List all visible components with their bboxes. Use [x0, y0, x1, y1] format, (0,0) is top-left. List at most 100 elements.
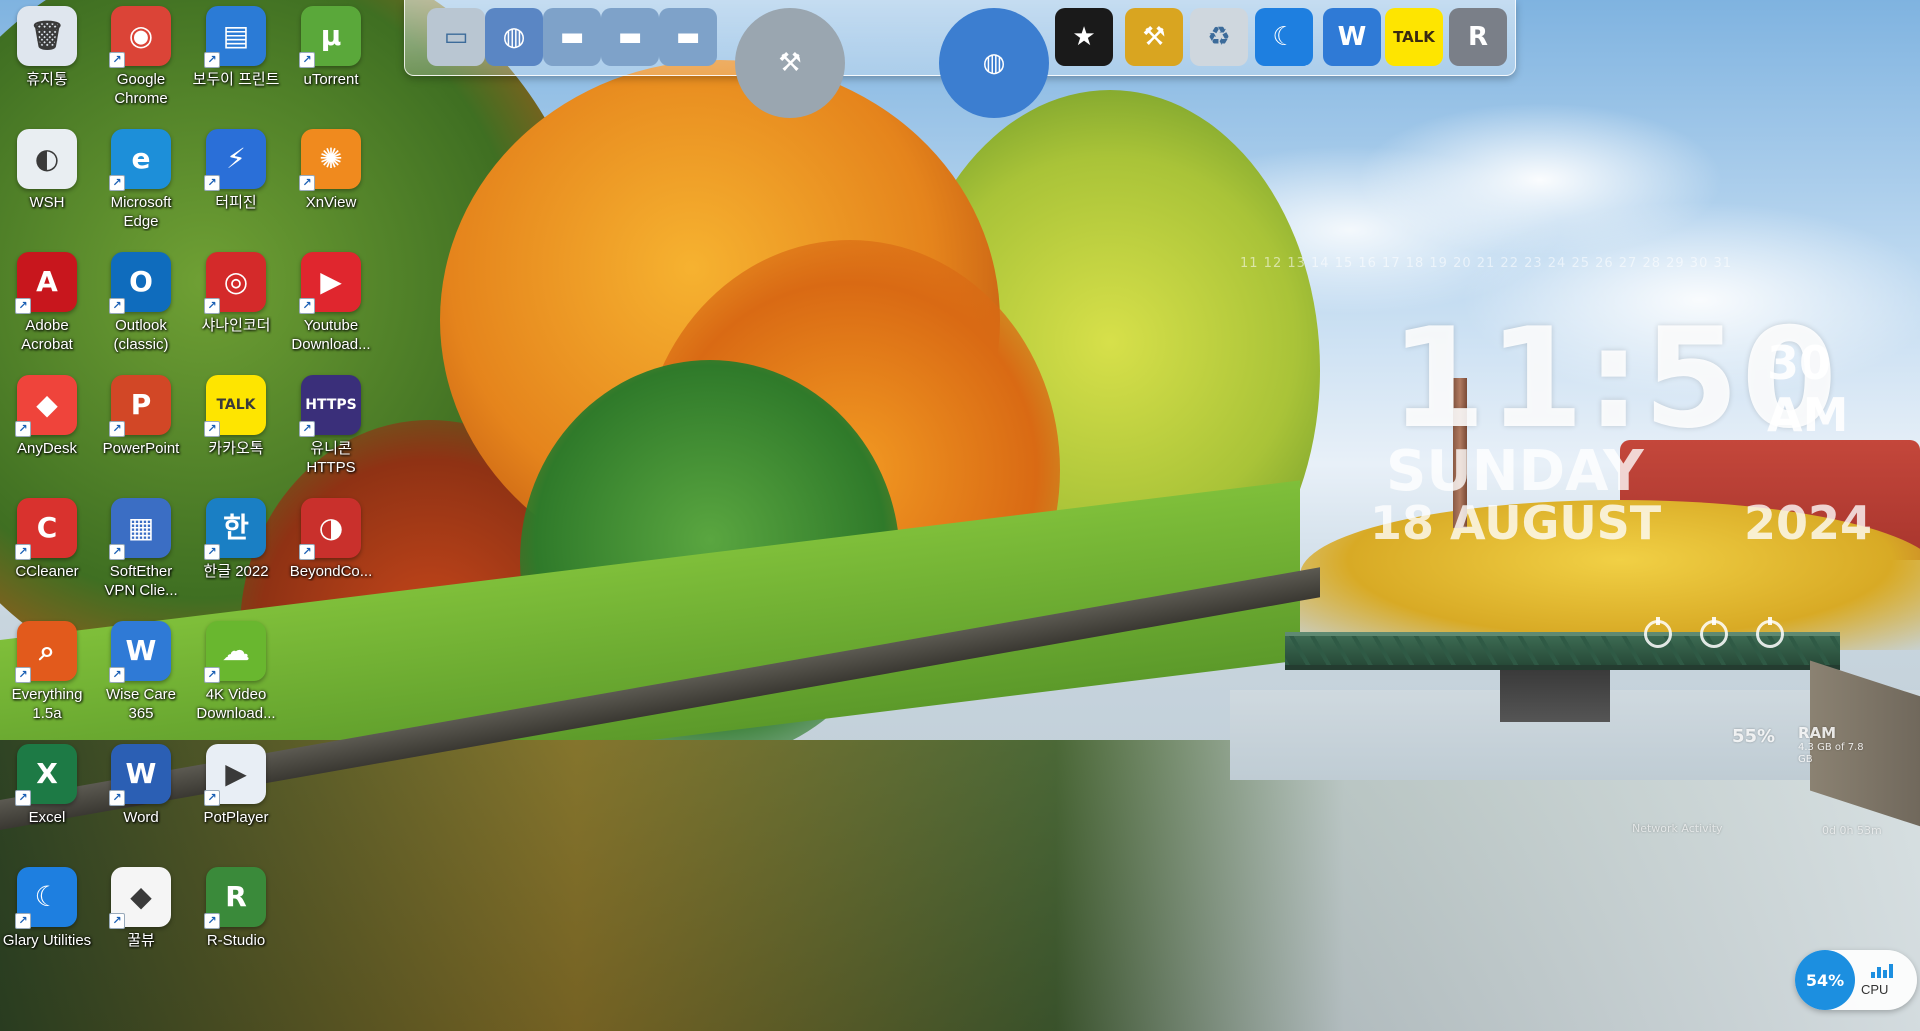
repair-tools-icon[interactable]: ⚒: [1125, 8, 1183, 66]
ram-label: RAM: [1798, 724, 1837, 742]
clock-day: SUNDAY: [1386, 439, 1644, 504]
desktop-icon-label: Excel: [28, 809, 66, 826]
desktop-icon[interactable]: ☾ ↗ Glary Utilities: [0, 861, 94, 977]
desktop-icon[interactable]: ✺ ↗ XnView: [284, 123, 378, 239]
trash-icon[interactable]: ♻: [1190, 8, 1248, 66]
desktop-icon-label: Youtube Download...: [291, 317, 371, 353]
desktop-icon[interactable]: ◑ ↗ BeyondCo...: [284, 492, 378, 608]
ccleaner-icon: C ↗: [15, 498, 77, 560]
log-off-icon[interactable]: [1756, 617, 1784, 648]
4k-video-downloader-icon: ☁ ↗: [204, 621, 266, 683]
wise-shield-icon[interactable]: W: [1323, 8, 1381, 66]
power-off-icon[interactable]: [1644, 617, 1672, 648]
anydesk-icon: ◆ ↗: [15, 375, 77, 437]
desktop-icon[interactable]: ▦ ↗ SoftEther VPN Clie...: [94, 492, 188, 608]
network-globe-icon[interactable]: ◍: [485, 8, 543, 66]
desktop-icon[interactable]: ▶ ↗ Youtube Download...: [284, 246, 378, 362]
r-studio-dock-icon[interactable]: R: [1449, 8, 1507, 66]
icon-glyph: ◉: [128, 19, 154, 52]
desktop-icon[interactable]: P ↗ PowerPoint: [94, 369, 188, 485]
desktop-icon[interactable]: O ↗ Outlook (classic): [94, 246, 188, 362]
shortcut-arrow-icon: ↗: [299, 52, 315, 68]
shortcut-arrow-icon: ↗: [15, 913, 31, 929]
internet-globe-icon[interactable]: ◍: [939, 8, 1049, 118]
shortcut-arrow-icon: ↗: [15, 790, 31, 806]
dock-glyph: ⚒: [778, 48, 802, 78]
desktop-icon[interactable]: TALK ↗ 카카오톡: [189, 369, 283, 485]
dock-glyph: ▬: [675, 22, 701, 52]
desktop-icon[interactable]: X ↗ Excel: [0, 738, 94, 854]
folder-documents-icon[interactable]: ▬: [543, 8, 601, 66]
icon-glyph: ▤: [222, 19, 250, 52]
ram-detail: 4.3 GB of 7.8 GB: [1798, 742, 1864, 765]
glary-moon-icon[interactable]: ☾: [1255, 8, 1313, 66]
desktop-icon[interactable]: 한 ↗ 한글 2022: [189, 492, 283, 608]
desktop-icon-label: 한글 2022: [203, 563, 269, 580]
icon-glyph: µ: [320, 19, 342, 52]
desktop-icon[interactable]: ◐ WSH: [0, 123, 94, 239]
desktop-icon[interactable]: ◆ ↗ AnyDesk: [0, 369, 94, 485]
icon-glyph: O: [129, 265, 153, 298]
desktop-icon[interactable]: ⚡ ↗ 터피진: [189, 123, 283, 239]
desktop-icon[interactable]: µ ↗ uTorrent: [284, 0, 378, 116]
restart-icon[interactable]: [1700, 617, 1728, 648]
desktop-icon[interactable]: ▶ ↗ PotPlayer: [189, 738, 283, 854]
tshirt-icon[interactable]: ★: [1055, 8, 1113, 66]
shortcut-arrow-icon: ↗: [109, 790, 125, 806]
shortcut-arrow-icon: ↗: [204, 790, 220, 806]
icon-glyph: ☾: [34, 880, 60, 913]
icon-glyph: ✺: [319, 142, 343, 175]
desktop-icon-label: 꿀뷰: [127, 932, 155, 949]
network-activity-label: Network Activity: [1632, 822, 1723, 835]
icon-glyph: ⌕: [39, 634, 55, 667]
computer-icon[interactable]: ▭: [427, 8, 485, 66]
desktop-icon[interactable]: e ↗ Microsoft Edge: [94, 123, 188, 239]
desktop-icon[interactable]: W ↗ Wise Care 365: [94, 615, 188, 731]
desktop-icon[interactable]: ☁ ↗ 4K Video Download...: [189, 615, 283, 731]
desktop-icon[interactable]: A ↗ Adobe Acrobat: [0, 246, 94, 362]
shortcut-arrow-icon: ↗: [109, 913, 125, 929]
icon-glyph: W: [125, 757, 157, 790]
outlook-icon: O ↗: [109, 252, 171, 314]
icon-glyph: 한: [223, 511, 249, 544]
dock-glyph: ▬: [559, 22, 585, 52]
icon-glyph: ◎: [223, 265, 249, 298]
desktop-icon[interactable]: C ↗ CCleaner: [0, 492, 94, 608]
desktop-icon-label: BeyondCo...: [289, 563, 373, 580]
shortcut-arrow-icon: ↗: [109, 421, 125, 437]
desktop-icon[interactable]: HTTPS ↗ 유니콘 HTTPS: [284, 369, 378, 485]
r-studio-icon: R ↗: [204, 867, 266, 929]
softether-vpn-icon: ▦ ↗: [109, 498, 171, 560]
potplayer-icon: ▶ ↗: [204, 744, 266, 806]
dock-glyph: W: [1337, 22, 1367, 52]
icon-glyph: TALK: [216, 397, 256, 413]
shortcut-arrow-icon: ↗: [204, 421, 220, 437]
desktop-icon[interactable]: ◉ ↗ Google Chrome: [94, 0, 188, 116]
cpu-meter-widget[interactable]: 54% CPU: [1795, 950, 1917, 1010]
shortcut-arrow-icon: ↗: [15, 544, 31, 560]
clock-year: 2024: [1744, 496, 1873, 550]
shortcut-arrow-icon: ↗: [109, 298, 125, 314]
dock-glyph: ▬: [617, 22, 643, 52]
desktop-icon[interactable]: ⌕ ↗ Everything 1.5a: [0, 615, 94, 731]
desktop-icon[interactable]: ▤ ↗ 보두이 프린트: [189, 0, 283, 116]
shortcut-arrow-icon: ↗: [204, 913, 220, 929]
desktop-icon[interactable]: ◎ ↗ 샤나인코더: [189, 246, 283, 362]
desktop-icon[interactable]: R ↗ R-Studio: [189, 861, 283, 977]
shortcut-arrow-icon: ↗: [15, 298, 31, 314]
icon-glyph: P: [130, 388, 152, 421]
shortcut-arrow-icon: ↗: [15, 421, 31, 437]
desktop-icon[interactable]: W ↗ Word: [94, 738, 188, 854]
tools-hammer-icon[interactable]: ⚒: [735, 8, 845, 118]
youtube-downloader-icon: ▶ ↗: [299, 252, 361, 314]
icon-glyph: ▶: [320, 265, 342, 298]
desktop-icon-label: 유니콘 HTTPS: [306, 440, 356, 476]
desktop-icon[interactable]: ◆ ↗ 꿀뷰: [94, 861, 188, 977]
icon-glyph: C: [36, 511, 58, 544]
kakaotalk-icon: TALK ↗: [204, 375, 266, 437]
kakaotalk-dock-icon[interactable]: TALK: [1385, 8, 1443, 66]
shortcut-arrow-icon: ↗: [204, 667, 220, 683]
desktop-icon[interactable]: 🗑 휴지통: [0, 0, 94, 116]
folder-pictures-icon[interactable]: ▬: [659, 8, 717, 66]
folder-downloads-icon[interactable]: ▬: [601, 8, 659, 66]
